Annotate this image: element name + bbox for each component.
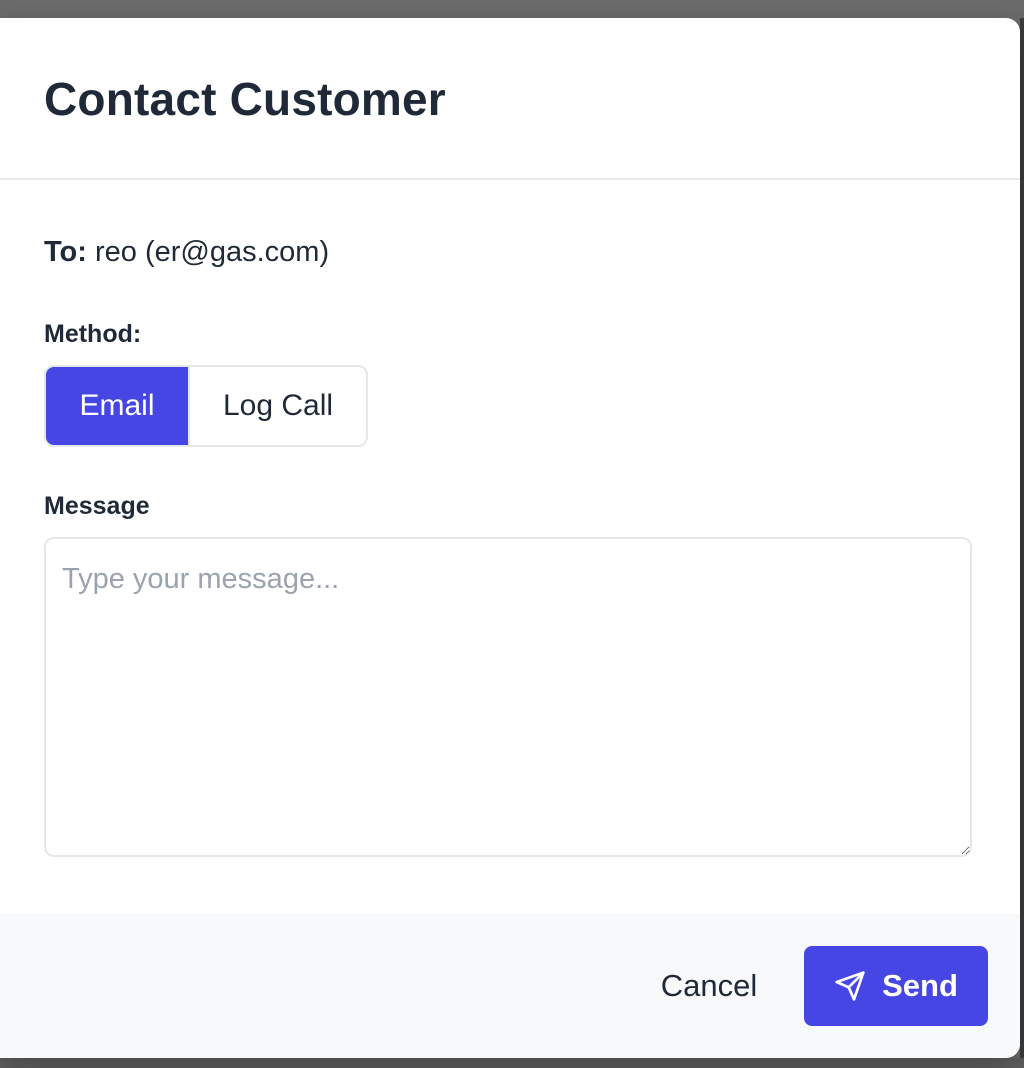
send-button[interactable]: Send	[804, 946, 988, 1026]
message-textarea[interactable]	[44, 537, 972, 857]
method-email-button[interactable]: Email	[46, 367, 188, 445]
message-label: Message	[44, 492, 150, 520]
backdrop-edge	[1020, 18, 1024, 1058]
dialog-body: To: reo (er@gas.com) Method: Email Log C…	[0, 180, 1020, 914]
paper-plane-icon	[834, 970, 866, 1002]
send-button-label: Send	[882, 968, 958, 1003]
method-log-call-button[interactable]: Log Call	[188, 367, 366, 445]
dialog-header: Contact Customer	[0, 18, 1020, 180]
dialog-footer: Cancel Send	[0, 914, 1020, 1058]
recipient-value: reo (er@gas.com)	[95, 236, 330, 268]
recipient-label: To:	[44, 236, 87, 268]
cancel-button[interactable]: Cancel	[640, 946, 778, 1026]
method-toggle: Email Log Call	[44, 365, 368, 447]
backdrop-bottom-strip	[0, 1058, 1024, 1068]
contact-customer-dialog: Contact Customer To: reo (er@gas.com) Me…	[0, 18, 1020, 1058]
method-label: Method:	[44, 320, 142, 348]
recipient-line: To: reo (er@gas.com)	[44, 236, 329, 269]
dialog-title: Contact Customer	[44, 73, 446, 125]
